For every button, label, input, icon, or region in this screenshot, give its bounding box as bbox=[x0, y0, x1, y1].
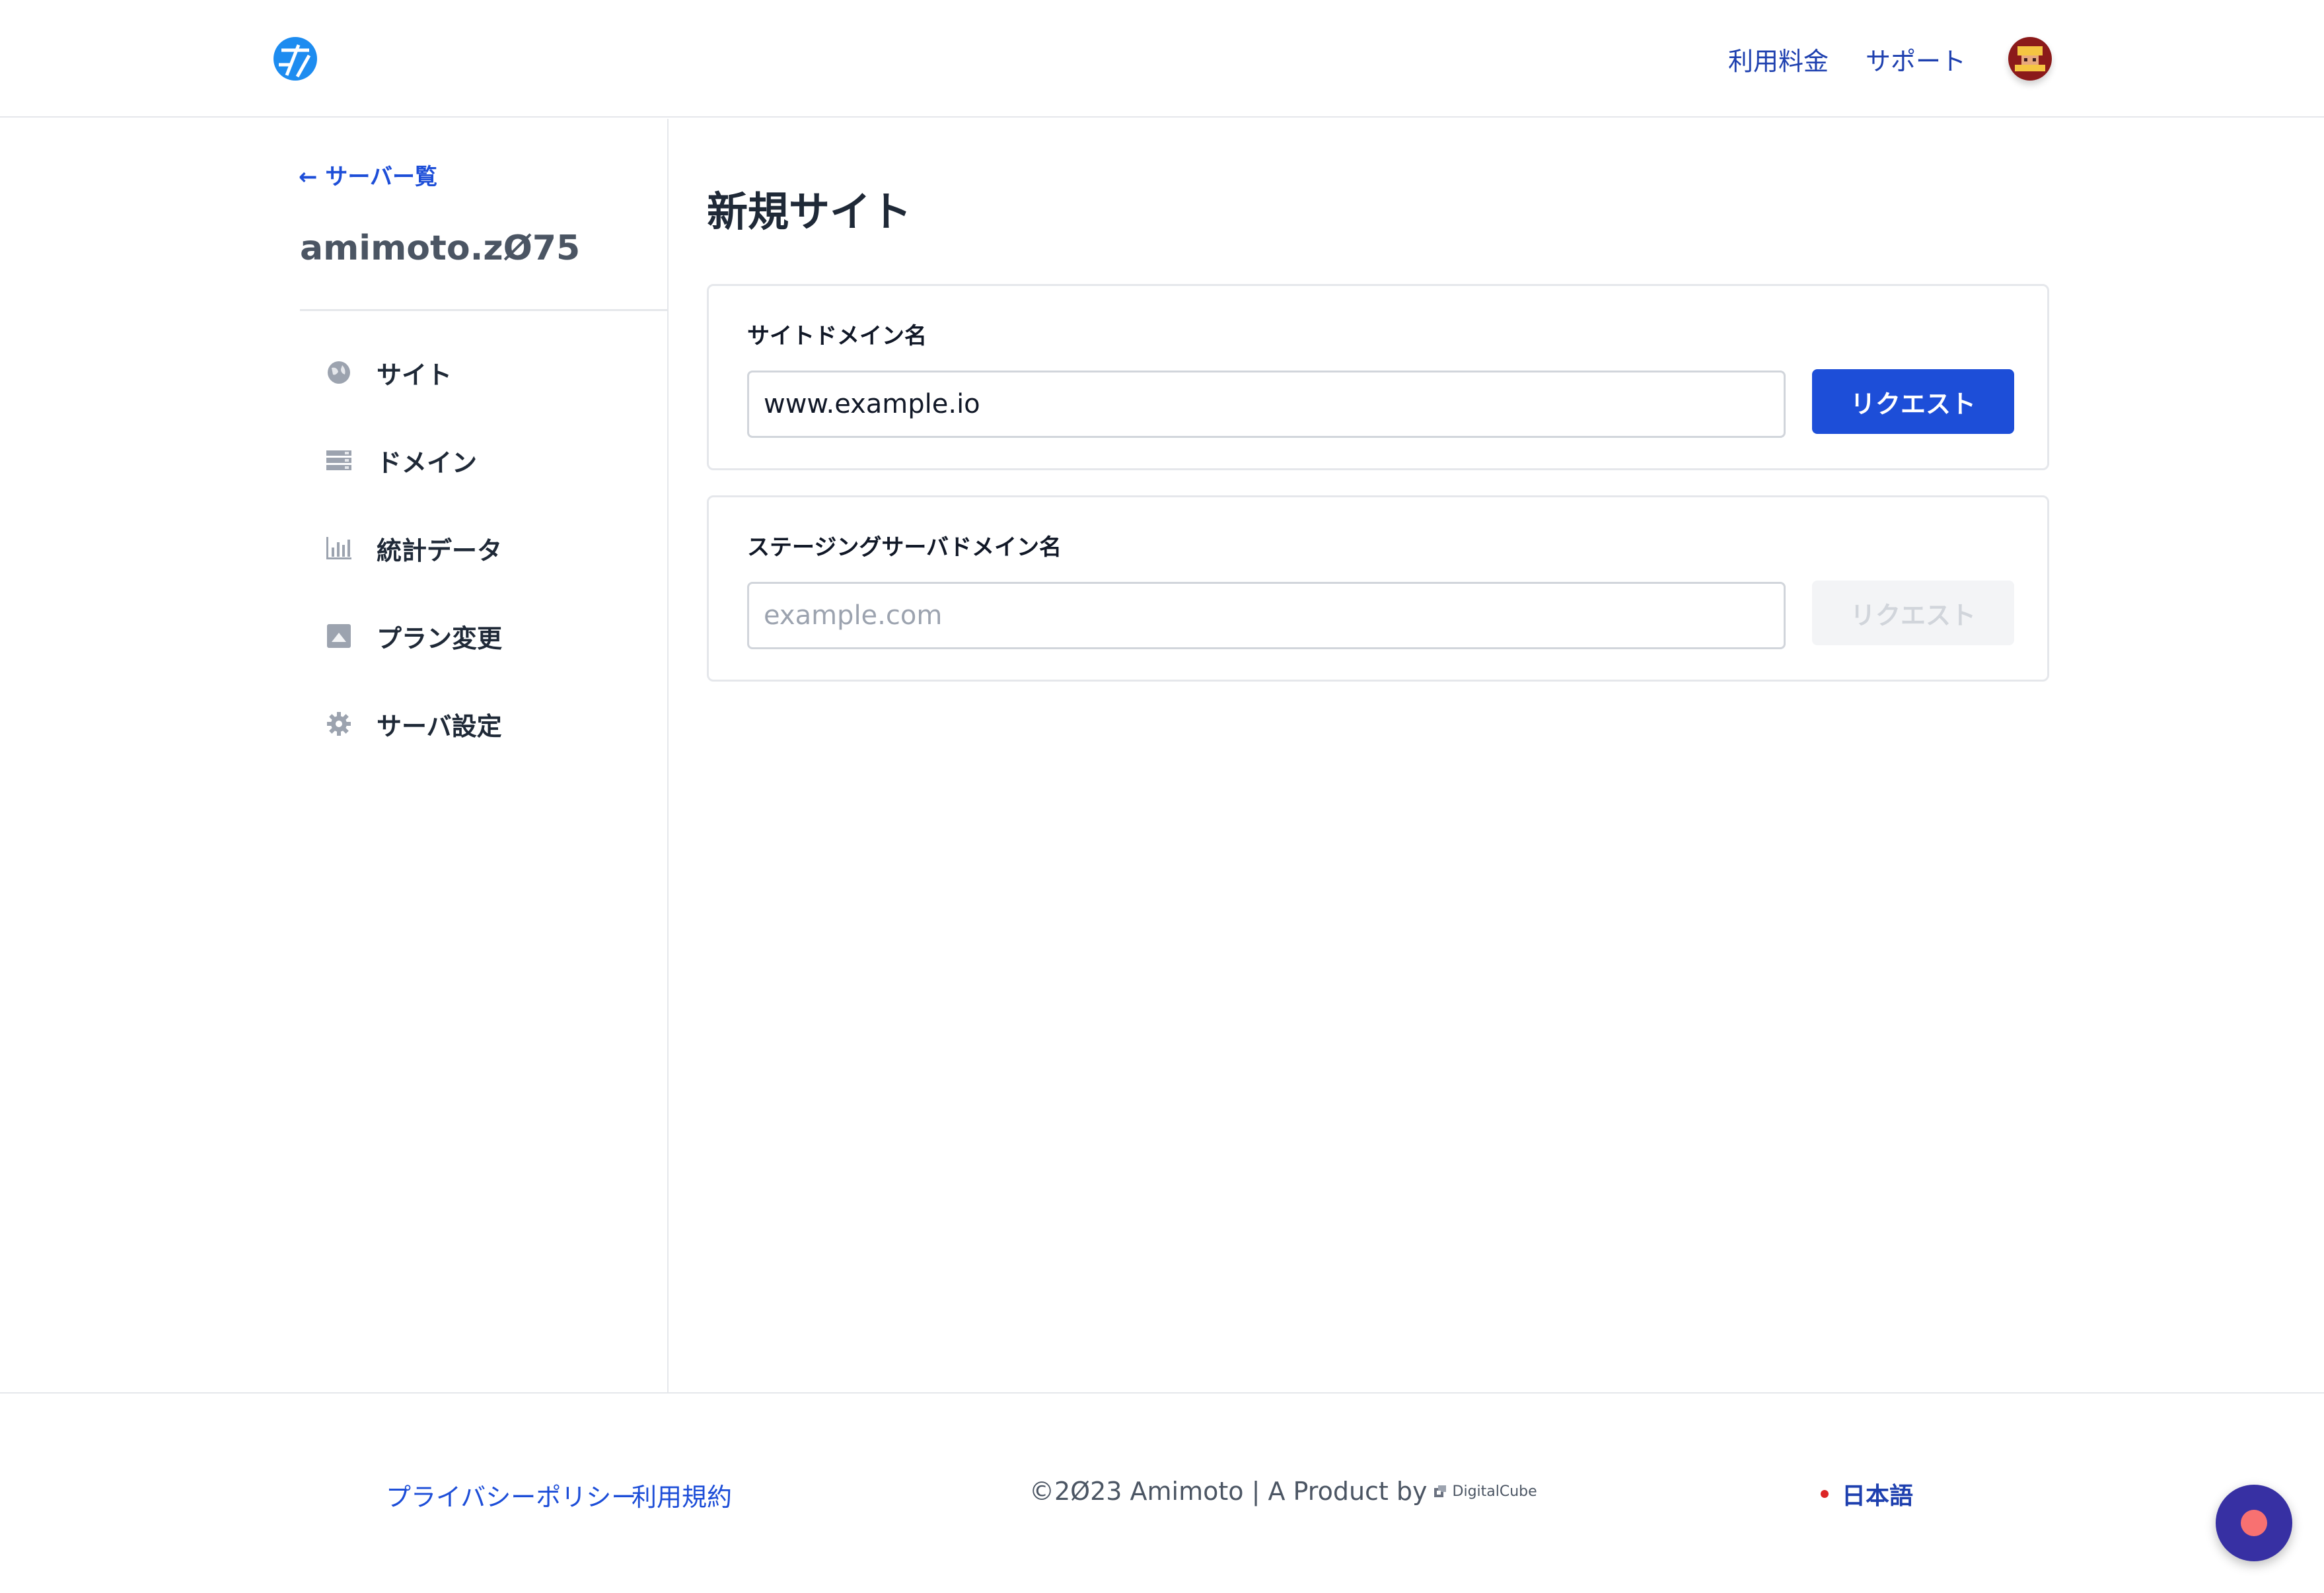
digitalcube-logo[interactable]: DigitalCube bbox=[1433, 1483, 1537, 1500]
sidebar-item-stats[interactable]: 統計データ bbox=[325, 528, 502, 568]
staging-domain-card: ステージングサーバドメイン名 リクエスト bbox=[707, 495, 2049, 682]
sidebar-item-sites[interactable]: サイト bbox=[325, 353, 452, 392]
server-name: amimoto.zØ75 bbox=[300, 229, 581, 268]
copyright-text: ©2Ø23 Amimoto | A Product by bbox=[1029, 1477, 1428, 1506]
site-domain-label: サイトドメイン名 bbox=[747, 323, 927, 349]
server-list-back-link[interactable]: ← サーバー覧 bbox=[299, 159, 437, 191]
nav-support-link[interactable]: サポート bbox=[1866, 41, 1966, 77]
staging-domain-input[interactable] bbox=[747, 582, 1786, 649]
site-domain-card: サイトドメイン名 リクエスト bbox=[707, 284, 2049, 470]
language-label: 日本語 bbox=[1842, 1483, 1914, 1510]
gear-icon bbox=[325, 710, 353, 738]
sidebar: ← サーバー覧 amimoto.zØ75 サイト ドメイン 統計データ プラン変… bbox=[0, 119, 669, 1392]
digitalcube-icon bbox=[1434, 1485, 1446, 1497]
staging-domain-label: ステージングサーバドメイン名 bbox=[747, 534, 1062, 561]
sidebar-divider bbox=[300, 309, 669, 311]
globe-icon bbox=[325, 359, 353, 386]
language-flag-icon bbox=[1821, 1490, 1829, 1498]
privacy-policy-link[interactable]: プライバシーポリシー bbox=[386, 1477, 636, 1513]
site-domain-input[interactable] bbox=[747, 371, 1786, 438]
sidebar-item-plan-change[interactable]: プラン変更 bbox=[325, 616, 502, 656]
page-title: 新規サイト bbox=[707, 188, 912, 236]
digitalcube-brand: DigitalCube bbox=[1452, 1483, 1537, 1500]
sidebar-item-label: 統計データ bbox=[377, 536, 503, 565]
sidebar-item-label: サイト bbox=[377, 360, 453, 390]
footer: プライバシーポリシー 利用規約 ©2Ø23 Amimoto | A Produc… bbox=[0, 1392, 2324, 1593]
chat-launcher-dot bbox=[2241, 1510, 2267, 1536]
language-selector[interactable]: 日本語 bbox=[1821, 1477, 1913, 1511]
sidebar-item-server-settings[interactable]: サーバ設定 bbox=[325, 704, 502, 744]
server-stack-icon bbox=[325, 446, 353, 474]
staging-domain-request-button[interactable]: リクエスト bbox=[1812, 581, 2014, 645]
sidebar-item-label: サーバ設定 bbox=[377, 711, 502, 741]
sidebar-item-domains[interactable]: ドメイン bbox=[325, 441, 477, 480]
top-header: 利用料金 サポート bbox=[0, 0, 2324, 118]
chat-launcher-icon[interactable] bbox=[2216, 1485, 2292, 1561]
site-domain-request-button[interactable]: リクエスト bbox=[1812, 369, 2014, 434]
nav-pricing-link[interactable]: 利用料金 bbox=[1728, 41, 1829, 77]
amimoto-logo-icon[interactable] bbox=[272, 36, 318, 82]
copyright: ©2Ø23 Amimoto | A Product by DigitalCube bbox=[1029, 1477, 1537, 1506]
user-avatar-icon[interactable] bbox=[2008, 37, 2052, 81]
sidebar-item-label: ドメイン bbox=[377, 448, 478, 478]
sidebar-item-label: プラン変更 bbox=[377, 623, 503, 653]
bar-chart-icon bbox=[325, 534, 353, 562]
terms-link[interactable]: 利用規約 bbox=[632, 1477, 732, 1513]
upgrade-icon bbox=[325, 622, 353, 650]
